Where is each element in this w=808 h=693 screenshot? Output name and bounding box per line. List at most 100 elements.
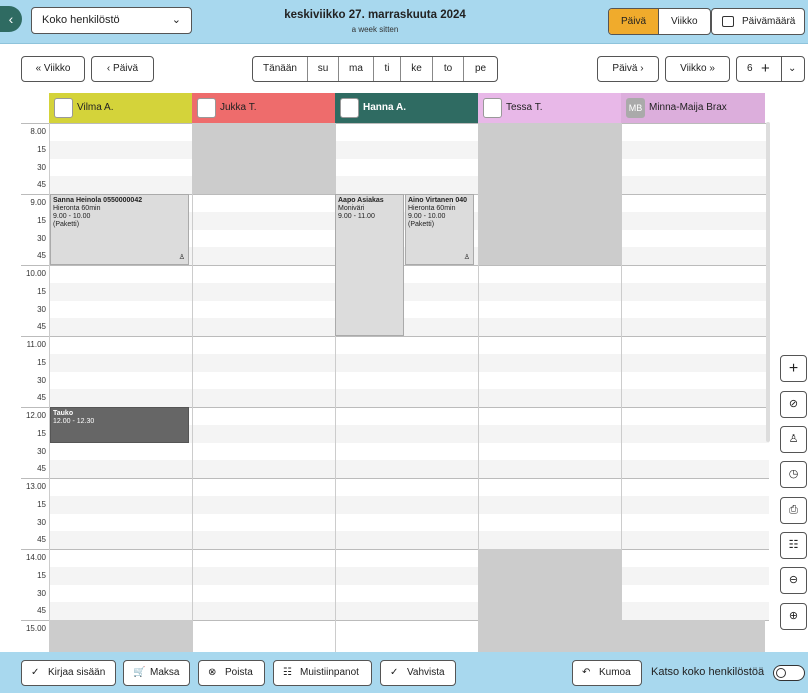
back-button[interactable]: ‹ [0,6,22,32]
time-slot-row[interactable] [49,460,769,478]
calendar-icon [722,16,734,27]
clipboard-icon[interactable]: ☷ [780,532,807,559]
time-slot-row[interactable] [49,123,769,141]
checkin-button[interactable]: ✓ Kirjaa sisään [21,660,116,686]
appointment-card[interactable]: Aapo Asiakas Moniväri 9.00 - 11.00 [335,194,404,336]
staff-column-tessa[interactable]: Tessa T. [478,93,621,123]
avatar [340,98,359,118]
time-slot-label: 13.00 [25,482,46,491]
time-slot-row[interactable] [49,566,769,585]
day-button-ti[interactable]: ti [374,57,401,81]
day-button-ke[interactable]: ke [401,57,433,81]
time-slot-row[interactable] [49,549,769,567]
staff-column-vilma[interactable]: Vilma A. [49,93,192,123]
time-slot-row[interactable] [49,372,769,390]
view-toggle: Päivä Viikko [608,8,711,35]
appointment-note: (Paketti) [408,221,435,228]
time-slot-label: 45 [37,464,46,474]
staff-column-minna-maija[interactable]: MB Minna-Maija Brax [621,93,765,123]
staff-header: Vilma A. Jukka T. Hanna A. Tessa T. MB M… [21,93,769,123]
appointment-card[interactable]: Sanna Heinola 0550000042 Hieronta 60min … [50,194,189,265]
time-slot-row[interactable] [49,318,769,336]
prev-day-button[interactable]: ‹ Päivä [91,56,154,82]
time-slot-row[interactable] [49,176,769,194]
avatar [483,98,502,118]
time-slot-label: 8.00 [30,127,46,136]
break-block[interactable]: Tauko 12.00 - 12.30 [50,407,189,443]
time-slot-row[interactable] [49,514,769,532]
undo-button[interactable]: ↶ Kumoa [572,660,642,686]
time-slot-row[interactable] [49,282,769,301]
time-slot-row[interactable] [49,443,769,461]
staff-column-jukka[interactable]: Jukka T. [192,93,335,123]
zoom-out-icon[interactable]: ⊖ [780,567,807,594]
toggle-knob [776,668,786,678]
time-slot-row[interactable] [49,353,769,372]
time-slot-label: 30 [37,162,46,172]
time-slot-label: 15 [37,286,46,296]
group-icon: ♙ [463,254,470,261]
time-slot-row[interactable] [49,159,769,177]
clock-icon[interactable]: ◷ [780,461,807,488]
next-day-button[interactable]: Päivä › [597,56,659,82]
break-time: 12.00 - 12.30 [53,418,95,425]
day-button-pe[interactable]: pe [464,57,497,81]
staff-name: Minna-Maija Brax [649,102,727,113]
printer-icon[interactable]: ⎙ [780,497,807,524]
appointment-title: Aino Virtanen 040 [408,197,468,204]
time-slot-label: 45 [37,322,46,332]
time-slot-label: 11.00 [26,340,46,349]
check-circle-icon: ✓ [390,667,399,678]
time-slot-row[interactable] [49,478,769,496]
group-icon[interactable]: ♙ [780,426,807,453]
divider [781,57,782,81]
time-slot-label: 45 [37,251,46,261]
show-all-staff-label: Katso koko henkilöstöä [651,666,765,678]
prev-week-button[interactable]: « Viikko [21,56,85,82]
time-slot-row[interactable] [49,389,769,407]
undo-label: Kumoa [599,667,631,678]
appointment-card[interactable]: Aino Virtanen 040 Hieronta 60min 9.00 - … [405,194,474,265]
plus-icon[interactable]: + [761,57,770,81]
undo-icon: ↶ [582,667,591,678]
view-week-button[interactable]: Viikko [659,9,710,34]
show-all-staff-toggle[interactable] [773,665,805,681]
zoom-in-icon[interactable]: ⊕ [780,603,807,630]
time-slot-label: 15 [37,357,46,367]
plus-icon[interactable]: + [780,355,807,382]
delete-button[interactable]: ⊗ Poista [198,660,265,686]
double-chevron-left-icon: « [35,63,42,74]
group-icon: ♙ [178,254,185,261]
pay-button[interactable]: 🛒 Maksa [123,660,190,686]
appointment-time: 9.00 - 11.00 [338,213,375,220]
time-slot-row[interactable] [49,336,769,354]
time-slot-row[interactable] [49,585,769,603]
time-slot-row[interactable] [49,140,769,159]
appointment-note: (Paketti) [53,221,80,228]
date-picker-button[interactable]: Päivämäärä [711,8,805,35]
day-button-su[interactable]: su [308,57,339,81]
view-day-button[interactable]: Päivä [609,9,660,34]
eye-off-icon[interactable]: ⊘ [780,391,807,418]
today-button[interactable]: Tänään [253,57,308,81]
chevron-down-icon[interactable]: ⌄ [788,57,796,81]
calendar-scrollbar[interactable] [766,122,770,442]
time-slot-label: 12.00 [25,411,46,420]
next-week-button[interactable]: Viikko » [665,56,730,82]
staff-name: Vilma A. [77,102,114,113]
time-slot-row[interactable] [49,301,769,319]
day-button-to[interactable]: to [433,57,464,81]
staff-select[interactable]: Koko henkilöstö ⌄ [31,7,192,34]
staff-column-hanna[interactable]: Hanna A. [335,93,478,123]
time-slot-row[interactable] [49,531,769,549]
appointment-service: Hieronta 60min [408,205,456,212]
time-slot-row[interactable] [49,495,769,514]
day-button-ma[interactable]: ma [339,57,374,81]
unavailable-block [622,620,765,653]
time-slot-row[interactable] [49,265,769,283]
notes-button[interactable]: ☷ Muistiinpanot [273,660,372,686]
time-slot-row[interactable] [49,602,769,620]
confirm-button[interactable]: ✓ Vahvista [380,660,456,686]
appointment-time: 9.00 - 10.00 [53,213,91,220]
hour-divider [21,123,769,124]
